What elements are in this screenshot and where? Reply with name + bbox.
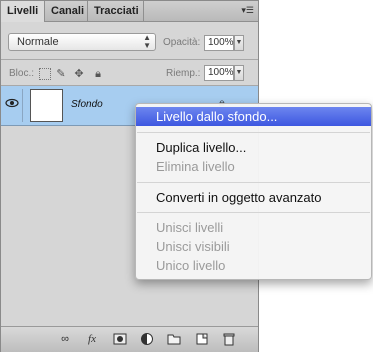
blend-mode-value: Normale: [17, 36, 59, 48]
tab-tracciati[interactable]: Tracciati: [88, 1, 144, 21]
panel-menu-icon[interactable]: ▾☰: [241, 5, 254, 16]
lock-position-move-icon[interactable]: ✥: [73, 68, 85, 80]
layer-name[interactable]: Sfondo: [71, 99, 103, 110]
mask-icon[interactable]: [113, 332, 127, 346]
fill-label: Riemp.:: [166, 68, 201, 79]
opacity-dropdown-button[interactable]: ▼: [234, 35, 244, 51]
blend-row: Normale ▲ ▼ Opacità: 100% ▼: [1, 28, 258, 58]
menu-item-duplica-livello[interactable]: Duplica livello...: [136, 138, 371, 157]
tab-canali[interactable]: Canali: [45, 1, 88, 21]
menu-item-unisci-livelli: Unisci livelli: [156, 220, 224, 235]
menu-item-livello-dallo-sfondo[interactable]: Livello dallo sfondo...: [136, 107, 371, 126]
fx-icon[interactable]: fx: [85, 332, 99, 346]
menu-item-elimina-livello: Elimina livello: [156, 159, 235, 174]
opacity-input[interactable]: 100%: [204, 35, 234, 51]
trash-icon[interactable]: [222, 332, 236, 346]
adjustment-icon[interactable]: [140, 332, 154, 346]
new-layer-icon[interactable]: [195, 332, 209, 346]
menu-separator: [137, 132, 370, 133]
blend-mode-select[interactable]: Normale ▲ ▼: [8, 33, 156, 51]
menu-item-converti-oggetto-avanzato[interactable]: Converti in oggetto avanzato: [136, 188, 371, 207]
tab-livelli[interactable]: Livelli: [1, 1, 45, 22]
lock-transparency-icon[interactable]: [39, 68, 51, 80]
menu-separator: [137, 212, 370, 213]
menu-separator: [137, 182, 370, 183]
layer-thumbnail: [30, 89, 63, 122]
panel-bottom-toolbar: ∞ fx: [1, 326, 258, 352]
visibility-eye-icon[interactable]: [4, 89, 23, 122]
divider: [1, 59, 258, 60]
menu-item-unico-livello: Unico livello: [156, 258, 226, 273]
menu-item-unisci-visibili: Unisci visibili: [156, 239, 230, 254]
fill-input[interactable]: 100%: [204, 65, 234, 81]
layer-context-menu: Livello dallo sfondo... Duplica livello.…: [135, 103, 372, 280]
lock-all-icon[interactable]: 🔒︎: [92, 68, 104, 80]
lock-label: Bloc.:: [9, 68, 35, 79]
panel-tab-bar: Livelli Canali Tracciati ▾☰: [1, 1, 258, 22]
opacity-label: Opacità:: [163, 37, 201, 48]
stepper-arrows-icon: ▲ ▼: [143, 33, 151, 50]
fill-dropdown-button[interactable]: ▼: [234, 65, 244, 81]
group-folder-icon[interactable]: [167, 332, 181, 346]
link-icon[interactable]: ∞: [58, 332, 72, 346]
lock-pixels-brush-icon[interactable]: ✎: [55, 68, 67, 80]
